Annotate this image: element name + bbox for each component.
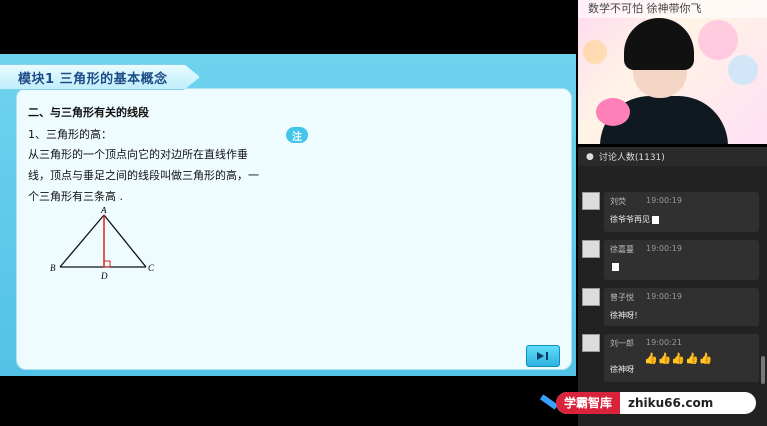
side-ac (103, 214, 147, 268)
sticker-icon (652, 215, 659, 224)
chat-participant-count: 讨论人数(1131) (598, 153, 665, 163)
next-slide-button[interactable] (526, 345, 560, 367)
chat-text: 徐神呀！ (610, 311, 642, 320)
chat-list[interactable]: 刘荧 19:00:19 徐爷爷再见 徐嘉蔓 19:00:19 曾子悦 19:00… (578, 166, 767, 426)
chat-user-name: 徐嘉蔓 (610, 245, 634, 254)
chat-user-name: 刘一郎 (610, 339, 634, 348)
chat-time: 19:00:19 (646, 244, 682, 253)
chat-message: 刘荧 19:00:19 徐爷爷再见 (582, 192, 764, 232)
teacher-camera: 数学不可怕 徐神带你飞 (578, 0, 767, 144)
avatar (582, 288, 600, 306)
vertex-b-label: B (50, 263, 56, 273)
vertex-a-label: A (100, 207, 107, 215)
chat-bubble-icon: ● (586, 151, 594, 162)
watermark-logo: 学霸智库 zhiku66.com (556, 392, 756, 414)
avatar (582, 334, 600, 352)
chat-time: 19:00:19 (646, 196, 682, 205)
chat-time: 19:00:21 (646, 338, 682, 347)
side-ab (59, 214, 105, 268)
play-icon (537, 352, 548, 360)
chat-user-name: 刘荧 (610, 197, 626, 206)
sticker-icon (612, 262, 619, 271)
watermark-brand: 学霸智库 (556, 392, 621, 414)
chat-text: 徐神呀 (610, 365, 634, 374)
chat-message: 刘一郎 19:00:21 徐神呀 👍👍👍👍👍 (582, 334, 764, 382)
camera-banner: 数学不可怕 徐神带你飞 (578, 0, 767, 18)
module-title-tab: 模块1 三角形的基本概念 (0, 64, 200, 90)
chat-text: 徐爷爷再见 (610, 214, 659, 225)
pig-toy-icon (596, 98, 630, 126)
teacher-hair (624, 18, 694, 70)
lesson-slide: 模块1 三角形的基本概念 二、与三角形有关的线段 1、三角形的高： 从三角形的一… (0, 54, 576, 376)
chat-user-name: 曾子悦 (610, 293, 634, 302)
chat-message: 曾子悦 19:00:19 徐神呀！ (582, 288, 764, 326)
avatar (582, 192, 600, 210)
right-angle-mark (103, 260, 111, 268)
chat-message: 徐嘉蔓 19:00:19 (582, 240, 764, 280)
chat-scrollbar[interactable] (761, 356, 765, 384)
vertex-c-label: C (148, 263, 155, 273)
chat-header: ● 讨论人数(1131) (578, 147, 767, 166)
chat-text (610, 262, 619, 271)
section-title: 二、与三角形有关的线段 (28, 106, 149, 119)
thumbs-up-icons: 👍👍👍👍👍 (644, 352, 713, 365)
definition-text: 从三角形的一个顶点向它的对边所在直线作垂线，顶点与垂足之间的线段叫做三角形的高，… (28, 148, 259, 203)
avatar (582, 240, 600, 258)
watermark-url: zhiku66.com (628, 396, 714, 410)
module-title: 模块1 三角形的基本概念 (18, 71, 168, 87)
note-button[interactable]: 注 (286, 127, 308, 143)
vertex-d-label: D (100, 271, 108, 281)
sub-title: 1、三角形的高： (28, 128, 112, 141)
chat-time: 19:00:19 (646, 292, 682, 301)
triangle-figure: A B C D (50, 207, 155, 281)
